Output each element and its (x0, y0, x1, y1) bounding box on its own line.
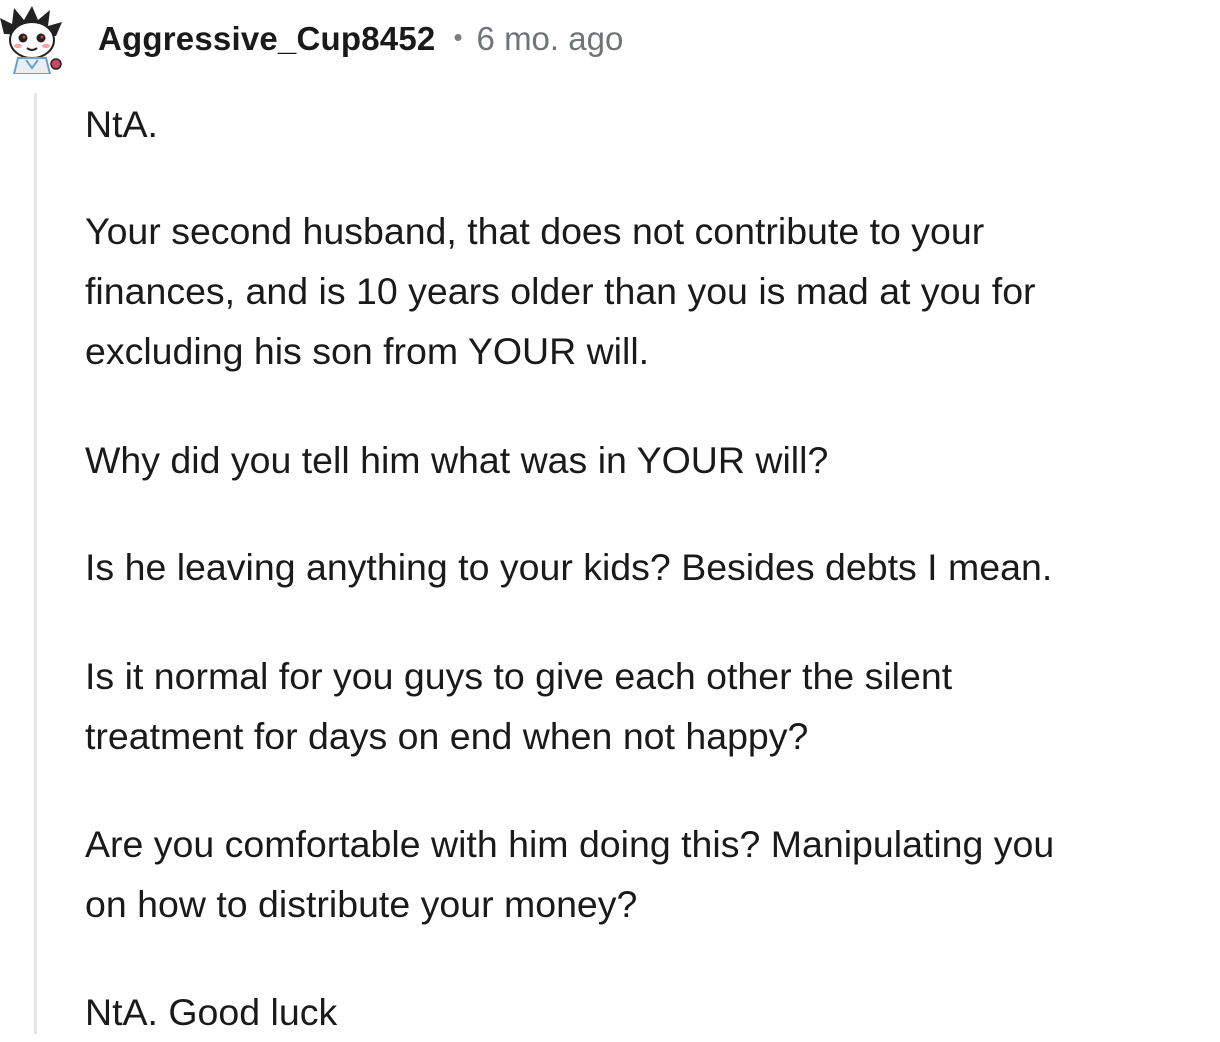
comment-timestamp[interactable]: 6 mo. ago (477, 20, 624, 58)
paragraph-line: excluding his son from YOUR will. (85, 330, 650, 372)
paragraph-line: NtA. (85, 103, 158, 145)
snoo-avatar-icon (0, 6, 62, 75)
thread-line[interactable] (34, 93, 37, 1034)
paragraph: NtA. (85, 94, 158, 154)
paragraph-line: on how to distribute your money? (85, 883, 638, 925)
paragraph: Your second husband, that does not contr… (85, 201, 1036, 381)
paragraph: Why did you tell him what was in YOUR wi… (85, 430, 828, 490)
paragraph-line: Are you comfortable with him doing this?… (85, 823, 1055, 865)
paragraph-line: finances, and is 10 years older than you… (85, 270, 1036, 312)
paragraph-line: Your second husband, that does not contr… (85, 210, 985, 252)
paragraph-line: treatment for days on end when not happy… (85, 715, 809, 757)
paragraph: Is he leaving anything to your kids? Bes… (85, 537, 1052, 597)
meta-separator: • (453, 21, 463, 52)
paragraph-line: Is it normal for you guys to give each o… (85, 655, 953, 697)
paragraph: NtA. Good luck (85, 982, 337, 1042)
comment-header: Aggressive_Cup8452 • 6 mo. ago (98, 14, 623, 64)
paragraph-line: Is he leaving anything to your kids? Bes… (85, 546, 1053, 588)
author-username[interactable]: Aggressive_Cup8452 (98, 20, 435, 58)
paragraph: Is it normal for you guys to give each o… (85, 646, 952, 766)
comment: Aggressive_Cup8452 • 6 mo. ago NtA. Your… (0, 0, 1220, 1034)
avatar[interactable] (0, 4, 68, 75)
paragraph: Are you comfortable with him doing this?… (85, 814, 1054, 934)
paragraph-line: NtA. Good luck (85, 991, 338, 1033)
paragraph-line: Why did you tell him what was in YOUR wi… (85, 439, 829, 481)
